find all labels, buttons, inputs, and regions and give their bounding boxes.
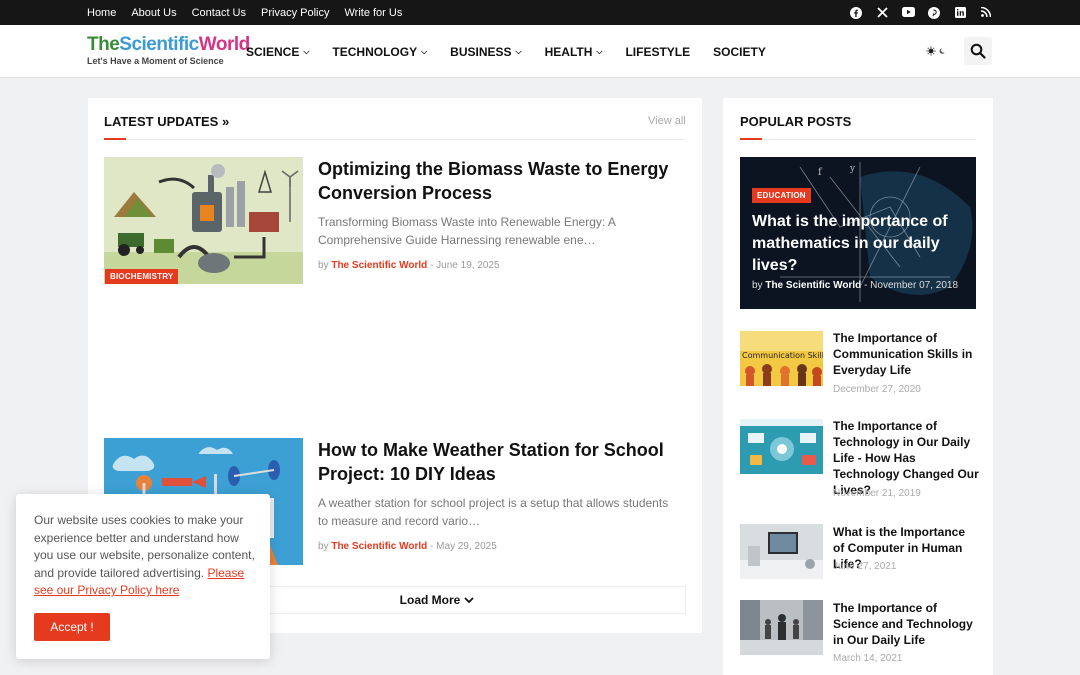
logo-world: World	[198, 34, 250, 55]
popular-post-title[interactable]: The Importance of Communication Skills i…	[833, 330, 979, 378]
section-divider	[104, 139, 686, 140]
nav-business[interactable]: BUSINESS ⌵	[450, 45, 521, 59]
nav-health[interactable]: HEALTH ⌵	[545, 45, 603, 59]
post-snippet: A weather station for school project is …	[318, 496, 669, 528]
load-more-label: Load More	[399, 593, 461, 607]
chevron-down-icon: ⌵	[421, 46, 428, 56]
main-nav: SCIENCE ⌵ TECHNOLOGY ⌵ BUSINESS ⌵ HEALTH ⌵ L…	[246, 25, 789, 78]
popular-post-date: June 27, 2021	[833, 561, 897, 572]
moon-icon	[939, 48, 945, 54]
view-all-link[interactable]: View all	[648, 115, 686, 127]
category-badge[interactable]: EDUCATION	[752, 188, 811, 203]
accept-cookies-button[interactable]: Accept !	[34, 613, 110, 641]
social-links	[850, 0, 992, 25]
nav-business-label: BUSINESS	[450, 44, 512, 59]
topnav-about-link[interactable]: About Us	[131, 7, 176, 19]
search-icon	[970, 43, 986, 59]
logo-scientific: Scientific	[119, 34, 199, 55]
nav-lifestyle-label: LIFESTYLE	[625, 44, 691, 59]
search-button[interactable]	[964, 37, 992, 65]
cookie-consent-banner: Our website uses cookies to make your ex…	[16, 494, 270, 659]
post-date: - June 19, 2025	[430, 260, 500, 271]
cookie-text: Our website uses cookies to make your ex…	[34, 512, 260, 600]
chevron-down-icon: ⌵	[596, 46, 603, 56]
site-header: TheScientificWorld Let's Have a Moment o…	[0, 25, 1080, 78]
popular-post-date: November 21, 2019	[833, 488, 921, 499]
nav-science[interactable]: SCIENCE ⌵	[246, 45, 309, 59]
post-thumbnail-biomass[interactable]: BIOCHEMISTRY	[104, 157, 303, 284]
rss-icon[interactable]	[980, 6, 992, 19]
nav-technology-label: TECHNOLOGY	[332, 44, 418, 59]
latest-updates-title: LATEST UPDATES »	[104, 114, 230, 129]
topnav-home-link[interactable]: Home	[87, 7, 116, 19]
top-bar: Home About Us Contact Us Privacy Policy …	[0, 0, 1080, 25]
post-author-link[interactable]: The Scientific World	[331, 541, 427, 552]
popular-posts-sidebar: POPULAR POSTS f y EDUCATION What is the …	[723, 98, 993, 675]
post-author-link[interactable]: The Scientific World	[331, 260, 427, 271]
thumb-text: Communication Skills	[742, 351, 823, 360]
svg-text:y: y	[849, 164, 856, 174]
nav-society-label: SOCIETY	[713, 44, 766, 59]
section-accent	[104, 138, 126, 140]
popular-post-title[interactable]: The Importance of Science and Technology…	[833, 600, 979, 648]
popular-post-thumbnail[interactable]	[740, 419, 823, 474]
featured-post-meta: by The Scientific World - November 07, 2…	[752, 280, 958, 291]
post-by: by	[752, 280, 763, 291]
popular-post-date: March 14, 2021	[833, 653, 903, 664]
chevron-down-icon	[464, 597, 474, 604]
logo-wordmark: TheScientificWorld	[87, 34, 250, 56]
dark-mode-toggle[interactable]	[925, 44, 949, 58]
x-icon[interactable]	[876, 6, 888, 19]
popular-post-thumbnail[interactable]	[740, 600, 823, 655]
post-title-biomass[interactable]: Optimizing the Biomass Waste to Energy C…	[318, 157, 678, 205]
nav-technology[interactable]: TECHNOLOGY ⌵	[332, 45, 427, 59]
nav-science-label: SCIENCE	[246, 44, 300, 59]
youtube-icon[interactable]	[902, 6, 915, 19]
post-date: - May 29, 2025	[430, 541, 497, 552]
nav-health-label: HEALTH	[544, 44, 593, 59]
nav-lifestyle[interactable]: LIFESTYLE	[625, 45, 690, 59]
post-meta: by The Scientific World - May 29, 2025	[318, 541, 497, 552]
section-accent	[740, 138, 762, 140]
post-meta: by The Scientific World - June 19, 2025	[318, 260, 500, 271]
site-logo[interactable]: TheScientificWorld Let's Have a Moment o…	[87, 34, 250, 70]
section-divider	[740, 139, 976, 140]
pinterest-icon[interactable]	[928, 6, 940, 19]
popular-post-thumbnail[interactable]: Communication Skills	[740, 331, 823, 386]
popular-post-date: December 27, 2020	[833, 384, 921, 395]
logo-the: The	[87, 34, 120, 55]
category-badge[interactable]: BIOCHEMISTRY	[105, 269, 179, 284]
popular-post-title[interactable]: The Importance of Technology in Our Dail…	[833, 418, 979, 498]
chevron-down-icon: ⌵	[303, 46, 310, 56]
nav-society[interactable]: SOCIETY	[713, 45, 766, 59]
topnav-contact-link[interactable]: Contact Us	[192, 7, 246, 19]
topnav-write-link[interactable]: Write for Us	[344, 7, 402, 19]
featured-post-title[interactable]: What is the importance of mathematics in…	[752, 211, 962, 277]
post-snippet: Transforming Biomass Waste into Renewabl…	[318, 215, 616, 247]
post-author-link[interactable]: The Scientific World	[765, 280, 861, 291]
linkedin-icon[interactable]	[954, 6, 966, 19]
popular-post-thumbnail[interactable]	[740, 524, 823, 579]
topnav-privacy-link[interactable]: Privacy Policy	[261, 7, 329, 19]
post-by: by	[318, 260, 329, 271]
top-nav: Home About Us Contact Us Privacy Policy …	[87, 0, 417, 25]
post-date: - November 07, 2018	[864, 280, 959, 291]
facebook-icon[interactable]	[850, 6, 862, 19]
post-title-weather[interactable]: How to Make Weather Station for School P…	[318, 438, 678, 486]
post-by: by	[318, 541, 329, 552]
featured-post-card[interactable]: f y EDUCATION What is the importance of …	[740, 157, 976, 309]
popular-posts-title: POPULAR POSTS	[740, 114, 852, 129]
chevron-down-icon: ⌵	[515, 46, 522, 56]
sun-icon	[926, 46, 936, 56]
logo-tagline: Let's Have a Moment of Science	[87, 56, 224, 66]
